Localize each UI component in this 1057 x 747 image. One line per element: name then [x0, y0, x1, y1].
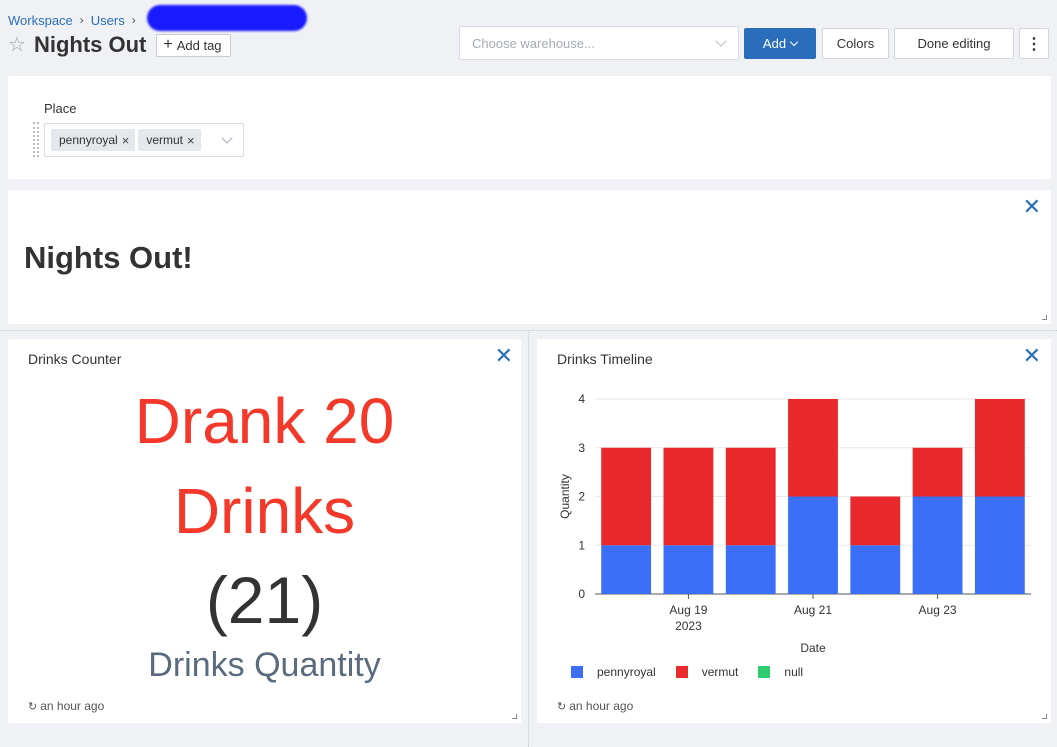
bar-vermut — [601, 447, 652, 546]
y-tick-label: 3 — [578, 441, 585, 455]
x-tick-label: Aug 21 — [794, 603, 832, 617]
resize-handle[interactable] — [1042, 714, 1047, 719]
close-icon[interactable]: ✕ — [495, 345, 513, 367]
last-updated[interactable]: ↻ an hour ago — [28, 699, 104, 713]
counter-widget: Drinks Counter ✕ Drank 20 Drinks (21) Dr… — [8, 339, 521, 723]
x-tick-sublabel: 2023 — [675, 619, 702, 633]
add-label: Add — [762, 36, 787, 51]
bar-vermut — [850, 496, 901, 546]
bar-pennyroyal — [974, 496, 1025, 594]
chip-label: pennyroyal — [59, 133, 118, 147]
text-widget-title: Nights Out! — [24, 240, 193, 275]
star-icon[interactable]: ☆ — [8, 35, 26, 55]
legend-label: pennyroyal — [597, 665, 656, 679]
bar-pennyroyal — [663, 545, 714, 594]
redacted-user-email[interactable] — [146, 5, 307, 31]
y-tick-label: 2 — [578, 490, 585, 504]
bar-pennyroyal — [912, 496, 963, 594]
legend-item[interactable]: vermut — [675, 665, 739, 679]
last-updated-text: an hour ago — [569, 699, 634, 713]
y-tick-label: 4 — [578, 392, 585, 406]
last-updated[interactable]: ↻ an hour ago — [557, 699, 633, 713]
bar-vermut — [788, 399, 838, 497]
done-editing-button[interactable]: Done editing — [894, 28, 1014, 59]
bar-chart: 0 1 2 3 4 Aug 19 2023 Aug 21 Aug 23 Date Quantity — [558, 392, 1031, 655]
chart-legend: pennyroyal vermut null — [571, 665, 823, 679]
counter-target-value: (21) — [205, 563, 324, 637]
refresh-icon: ↻ — [557, 700, 567, 713]
breadcrumb-workspace[interactable]: Workspace — [8, 13, 73, 28]
legend-swatch — [758, 666, 771, 678]
page-title: Nights Out — [33, 32, 147, 57]
y-tick-label: 0 — [578, 587, 585, 601]
resize-handle[interactable] — [512, 714, 517, 719]
timeline-title: Drinks Timeline — [557, 351, 653, 367]
legend-item[interactable]: pennyroyal — [571, 665, 656, 679]
timeline-widget: Drinks Timeline ✕ 0 1 2 3 4 Aug 19 2023 Aug 21 A… — [537, 339, 1051, 723]
bar-pennyroyal — [601, 545, 652, 594]
breadcrumb-separator: › — [79, 13, 84, 27]
grid-guide — [528, 330, 529, 747]
counter-label: Drinks Quantity — [148, 646, 381, 684]
breadcrumb-users[interactable]: Users — [91, 13, 125, 28]
x-tick-label: Aug 19 — [669, 603, 707, 617]
legend-swatch — [571, 666, 583, 678]
colors-button[interactable]: Colors — [822, 28, 889, 59]
warehouse-placeholder: Choose warehouse... — [472, 35, 595, 51]
legend-label: null — [784, 665, 804, 679]
title-row: ☆ Nights Out + Add tag — [8, 32, 231, 58]
bar-vermut — [912, 447, 963, 497]
close-icon[interactable]: ✕ — [1023, 345, 1041, 367]
bar-pennyroyal — [850, 545, 901, 594]
resize-handle[interactable] — [1042, 315, 1047, 320]
filter-chip: pennyroyal × — [51, 129, 136, 151]
close-icon[interactable]: ✕ — [1023, 196, 1041, 218]
add-button[interactable]: Add — [744, 28, 816, 59]
breadcrumb-separator: › — [131, 13, 136, 27]
bar-vermut — [725, 447, 776, 546]
warehouse-select[interactable]: Choose warehouse... — [459, 26, 739, 60]
bar-vermut — [663, 447, 714, 546]
breadcrumb: Workspace › Users › — [8, 5, 307, 31]
refresh-icon: ↻ — [28, 700, 38, 713]
y-axis-label: Quantity — [558, 474, 572, 519]
legend-swatch — [675, 666, 688, 678]
remove-chip-icon[interactable]: × — [187, 133, 195, 148]
legend-item[interactable]: null — [758, 665, 803, 679]
bar-vermut — [974, 399, 1025, 497]
plus-icon: + — [163, 36, 173, 53]
counter-title: Drinks Counter — [28, 351, 122, 367]
last-updated-text: an hour ago — [40, 699, 105, 713]
text-widget: Nights Out! ✕ — [8, 190, 1051, 324]
y-tick-label: 1 — [578, 538, 585, 552]
x-axis-label: Date — [800, 641, 826, 655]
drag-handle[interactable] — [33, 122, 39, 157]
filter-panel: Place pennyroyal × vermut × — [8, 76, 1051, 179]
x-tick-label: Aug 23 — [919, 603, 957, 617]
chevron-down-icon — [715, 35, 727, 47]
bar-pennyroyal — [788, 496, 838, 594]
more-options-button[interactable]: ⋮ — [1019, 28, 1049, 59]
chip-label: vermut — [146, 133, 183, 147]
chevron-down-icon — [221, 132, 233, 144]
add-tag-button[interactable]: + Add tag — [156, 33, 231, 57]
add-tag-label: Add tag — [176, 37, 222, 53]
counter-value-line: Drank 20 — [134, 385, 395, 457]
bar-pennyroyal — [725, 545, 776, 594]
remove-chip-icon[interactable]: × — [122, 133, 130, 148]
filter-chip: vermut × — [138, 129, 201, 151]
counter-value-line: Drinks — [173, 475, 356, 547]
chevron-down-icon — [789, 37, 799, 46]
legend-label: vermut — [701, 665, 739, 679]
filter-label: Place — [44, 101, 77, 116]
place-multiselect[interactable]: pennyroyal × vermut × — [44, 123, 244, 157]
